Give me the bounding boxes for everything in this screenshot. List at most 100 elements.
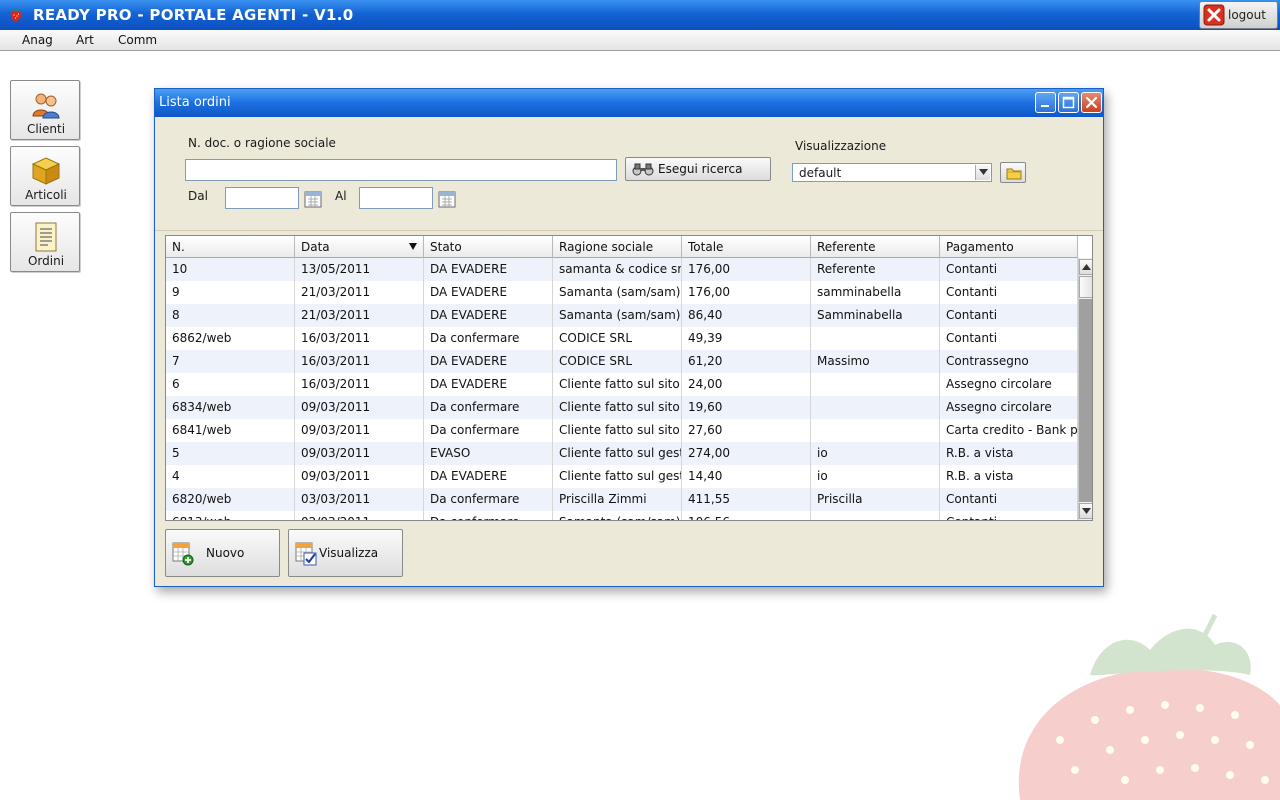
- binoculars-icon: [632, 163, 654, 176]
- cell-status: DA EVADERE: [424, 304, 553, 327]
- to-date-input[interactable]: [359, 187, 433, 209]
- calendar-icon[interactable]: [304, 190, 322, 208]
- from-date-input[interactable]: [225, 187, 299, 209]
- cell-total: 14,40: [682, 465, 811, 488]
- logout-label: logout: [1228, 8, 1266, 22]
- cell-payment: Assegno circolare: [940, 396, 1078, 419]
- table-row[interactable]: 7 16/03/2011 DA EVADERE CODICE SRL 61,20 Mass…: [166, 350, 1078, 373]
- column-header-label: Pagamento: [946, 240, 1014, 254]
- column-header-label: Data: [301, 240, 330, 254]
- cell-status: DA EVADERE: [424, 465, 553, 488]
- view-select-value: default: [799, 166, 842, 180]
- open-folder-button[interactable]: [1000, 162, 1026, 183]
- sort-descending-icon: [409, 243, 417, 250]
- table-row[interactable]: 6841/web 09/03/2011 Da confermare Cliente f…: [166, 419, 1078, 442]
- close-button[interactable]: [1081, 92, 1102, 113]
- maximize-icon: [1062, 96, 1075, 109]
- cell-payment: Carta credito - Bank p: [940, 419, 1078, 442]
- cell-referent: [811, 396, 940, 419]
- dropdown-arrow[interactable]: [975, 165, 990, 180]
- sidebar-item-articoli[interactable]: Articoli: [10, 146, 80, 206]
- column-header-status[interactable]: Stato: [424, 236, 553, 258]
- scrollbar-track[interactable]: [1079, 299, 1092, 502]
- cell-total: 274,00: [682, 442, 811, 465]
- cell-company: Cliente fatto sul sito: [553, 396, 682, 419]
- new-order-label: Nuovo: [206, 546, 245, 560]
- cell-total: 176,00: [682, 258, 811, 281]
- column-header-number[interactable]: N.: [166, 236, 295, 258]
- column-header-label: Stato: [430, 240, 462, 254]
- view-select[interactable]: default: [792, 163, 992, 182]
- cell-date: 21/03/2011: [295, 281, 424, 304]
- table-row[interactable]: 6820/web 03/03/2011 Da confermare Priscilla…: [166, 488, 1078, 511]
- minimize-button[interactable]: [1035, 92, 1056, 113]
- cell-company: CODICE SRL: [553, 327, 682, 350]
- maximize-button[interactable]: [1058, 92, 1079, 113]
- cell-company: Cliente fatto sul gesti: [553, 465, 682, 488]
- cell-referent: io: [811, 442, 940, 465]
- menu-art[interactable]: Art: [76, 33, 94, 47]
- cell-number: 5: [166, 442, 295, 465]
- strawberry-logo-icon: [10, 9, 22, 22]
- menu-anag[interactable]: Anag: [22, 33, 53, 47]
- cell-company: Cliente fatto sul gesti: [553, 442, 682, 465]
- cell-total: 411,55: [682, 488, 811, 511]
- column-header-payment[interactable]: Pagamento: [940, 236, 1078, 258]
- cell-date: 09/03/2011: [295, 419, 424, 442]
- table-row[interactable]: 10 13/05/2011 DA EVADERE samanta & codice s…: [166, 258, 1078, 281]
- table-row[interactable]: 4 09/03/2011 DA EVADERE Cliente fatto sul g…: [166, 465, 1078, 488]
- cell-referent: Samminabella: [811, 304, 940, 327]
- search-label: N. doc. o ragione sociale: [188, 136, 336, 150]
- cell-referent: [811, 327, 940, 350]
- column-header-company[interactable]: Ragione sociale: [553, 236, 682, 258]
- app-titlebar: READY PRO - PORTALE AGENTI - V1.0 logout: [0, 0, 1280, 30]
- column-header-referent[interactable]: Referente: [811, 236, 940, 258]
- sidebar-item-ordini[interactable]: Ordini: [10, 212, 80, 272]
- scroll-up-button[interactable]: [1079, 259, 1092, 275]
- cell-payment: Contanti: [940, 258, 1078, 281]
- table-row[interactable]: 6 16/03/2011 DA EVADERE Cliente fatto sul s…: [166, 373, 1078, 396]
- chevron-down-icon: [1082, 508, 1091, 514]
- close-icon: [1085, 96, 1098, 109]
- cell-referent: Priscilla: [811, 488, 940, 511]
- calendar-icon[interactable]: [438, 190, 456, 208]
- cell-total: 19,60: [682, 396, 811, 419]
- window-title: Lista ordini: [159, 95, 231, 110]
- table-row[interactable]: 6834/web 09/03/2011 Da confermare Cliente f…: [166, 396, 1078, 419]
- cell-number: 6813/web: [166, 511, 295, 520]
- cell-status: DA EVADERE: [424, 281, 553, 304]
- table-header: N. Data Stato Ragione sociale Totale Ref…: [166, 236, 1078, 258]
- cell-payment: R.B. a vista: [940, 465, 1078, 488]
- vertical-scrollbar[interactable]: [1078, 258, 1092, 520]
- table-row[interactable]: 5 09/03/2011 EVASO Cliente fatto sul gesti 2…: [166, 442, 1078, 465]
- sidebar-item-label: Ordini: [27, 254, 65, 268]
- scroll-down-button[interactable]: [1079, 503, 1092, 519]
- sidebar-item-clienti[interactable]: Clienti: [10, 80, 80, 140]
- cell-payment: Contanti: [940, 327, 1078, 350]
- table-row[interactable]: 6862/web 16/03/2011 Da confermare CODICE SR…: [166, 327, 1078, 350]
- cell-company: Cliente fatto sul sito: [553, 373, 682, 396]
- table-row[interactable]: 6813/web02/03/2011Da confermareSamanta (…: [166, 511, 1078, 520]
- logout-button[interactable]: logout: [1199, 1, 1278, 29]
- table-row[interactable]: 9 21/03/2011 DA EVADERE Samanta (sam/sam) 17…: [166, 281, 1078, 304]
- cell-number: 4: [166, 465, 295, 488]
- cell-company: CODICE SRL: [553, 350, 682, 373]
- cell-status: Da confermare: [424, 488, 553, 511]
- search-input[interactable]: [185, 159, 617, 181]
- view-order-button[interactable]: Visualizza: [288, 529, 403, 577]
- orders-window: Lista ordini N. doc. o ragione sociale E…: [154, 88, 1104, 587]
- search-button-label: Esegui ricerca: [658, 162, 743, 176]
- scrollbar-thumb[interactable]: [1079, 276, 1092, 298]
- column-header-label: Totale: [688, 240, 724, 254]
- cell-referent: [811, 511, 940, 520]
- divider: [155, 230, 1103, 231]
- new-order-button[interactable]: Nuovo: [165, 529, 280, 577]
- menu-comm[interactable]: Comm: [118, 33, 157, 47]
- window-titlebar[interactable]: Lista ordini: [155, 89, 1103, 117]
- column-header-total[interactable]: Totale: [682, 236, 811, 258]
- search-button[interactable]: Esegui ricerca: [625, 157, 771, 181]
- table-row[interactable]: 8 21/03/2011 DA EVADERE Samanta (sam/sam) 86…: [166, 304, 1078, 327]
- column-header-date[interactable]: Data: [295, 236, 424, 258]
- cell-number: 6841/web: [166, 419, 295, 442]
- cell-number: 7: [166, 350, 295, 373]
